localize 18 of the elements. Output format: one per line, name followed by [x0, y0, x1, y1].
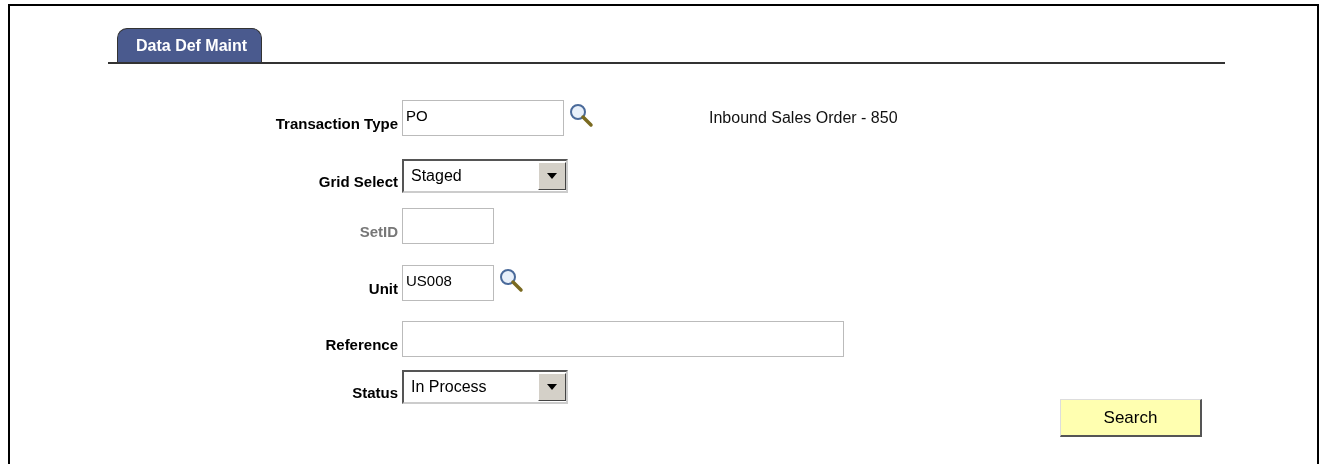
- search-icon[interactable]: [498, 267, 524, 293]
- field-label: Grid Select: [317, 173, 399, 192]
- search-button[interactable]: Search: [1060, 399, 1202, 437]
- input-field[interactable]: [402, 321, 844, 357]
- caret-icon: [547, 384, 557, 390]
- field-label: Status: [351, 384, 399, 403]
- input-field[interactable]: PO: [402, 100, 564, 136]
- field-label: SetID: [358, 223, 399, 242]
- search-icon[interactable]: [568, 102, 594, 128]
- tab[interactable]: Data Def Maint: [117, 28, 263, 62]
- field-label: Reference: [324, 336, 399, 355]
- input-field[interactable]: US008: [402, 265, 494, 301]
- field-label: Unit: [367, 280, 399, 299]
- description-text: Inbound Sales Order - 850: [709, 109, 898, 127]
- dropdown[interactable]: Staged: [402, 159, 568, 193]
- field-label: Transaction Type: [274, 115, 399, 134]
- caret-icon: [547, 173, 557, 179]
- dropdown[interactable]: In Process: [402, 370, 568, 404]
